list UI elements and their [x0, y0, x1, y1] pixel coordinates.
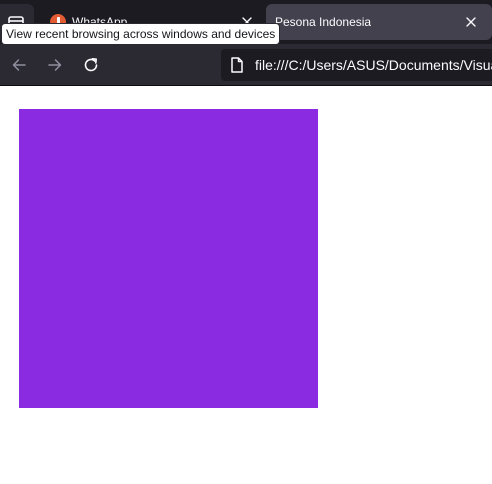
- arrow-right-icon: [48, 59, 62, 71]
- reload-icon: [84, 58, 98, 72]
- tooltip: View recent browsing across windows and …: [1, 23, 281, 45]
- reload-button[interactable]: [79, 53, 103, 77]
- page-content: [0, 86, 492, 484]
- url-text[interactable]: file:///C:/Users/ASUS/Documents/Visua: [255, 57, 492, 73]
- back-button[interactable]: [7, 53, 31, 77]
- purple-square: [19, 109, 318, 408]
- tab-title: Pesona Indonesia: [275, 15, 372, 29]
- browser-window: WhatsApp Pesona Indonesia View recent br…: [0, 0, 492, 484]
- navigation-toolbar: file:///C:/Users/ASUS/Documents/Visua: [0, 44, 492, 86]
- page-icon[interactable]: [230, 57, 244, 78]
- close-tab-button[interactable]: [463, 14, 479, 30]
- tab-pesona-indonesia[interactable]: Pesona Indonesia: [266, 4, 492, 40]
- address-bar[interactable]: file:///C:/Users/ASUS/Documents/Visua: [221, 49, 492, 81]
- close-icon: [466, 17, 476, 27]
- document-icon: [231, 57, 243, 73]
- forward-button[interactable]: [43, 53, 67, 77]
- arrow-left-icon: [12, 59, 26, 71]
